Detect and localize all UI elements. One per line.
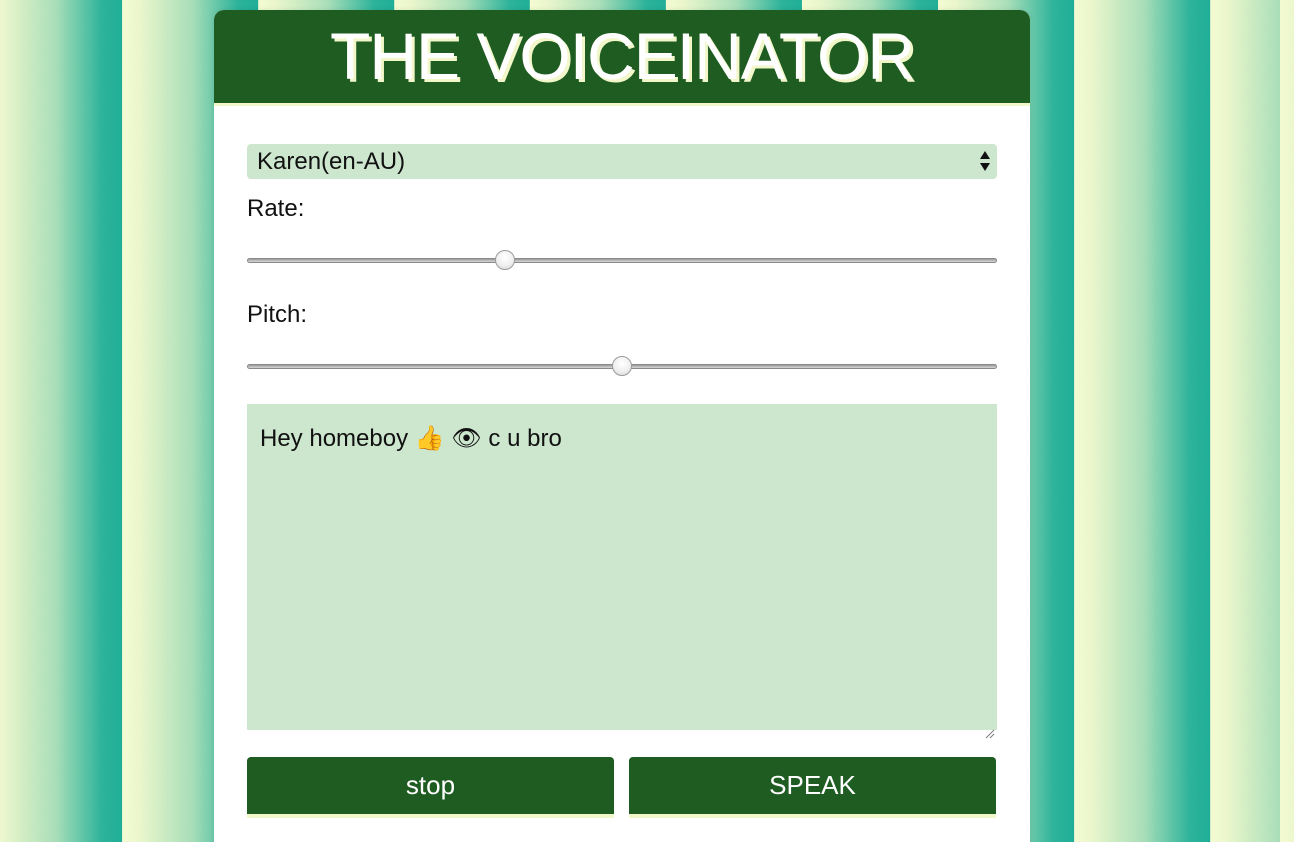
rate-slider[interactable]: [247, 250, 997, 272]
resize-handle-icon[interactable]: [985, 718, 995, 739]
message-text: Hey homeboy 👍 👁 c u bro: [260, 425, 562, 452]
rate-slider-track[interactable]: [247, 258, 997, 263]
pitch-slider-thumb[interactable]: [612, 356, 632, 376]
rate-slider-thumb[interactable]: [495, 250, 516, 270]
speak-button[interactable]: SPEAK: [629, 757, 996, 818]
voice-select[interactable]: Karen(en-AU): [247, 144, 997, 179]
controls: Karen(en-AU) Rate: Pitch: Hey homeboy 👍 …: [247, 144, 997, 818]
updown-arrows-icon: [979, 149, 991, 173]
rate-label: Rate:: [247, 195, 305, 222]
stop-button[interactable]: stop: [247, 757, 614, 818]
message-textarea[interactable]: Hey homeboy 👍 👁 c u bro: [247, 404, 997, 739]
pitch-label: Pitch:: [247, 301, 308, 328]
voice-select-value: Karen(en-AU): [257, 147, 406, 175]
voiceinator-panel: THE VOICEINATOR Karen(en-AU) Rate: Pitch…: [214, 10, 1030, 842]
pitch-slider[interactable]: [247, 356, 997, 378]
app-title: THE VOICEINATOR: [214, 10, 1030, 106]
